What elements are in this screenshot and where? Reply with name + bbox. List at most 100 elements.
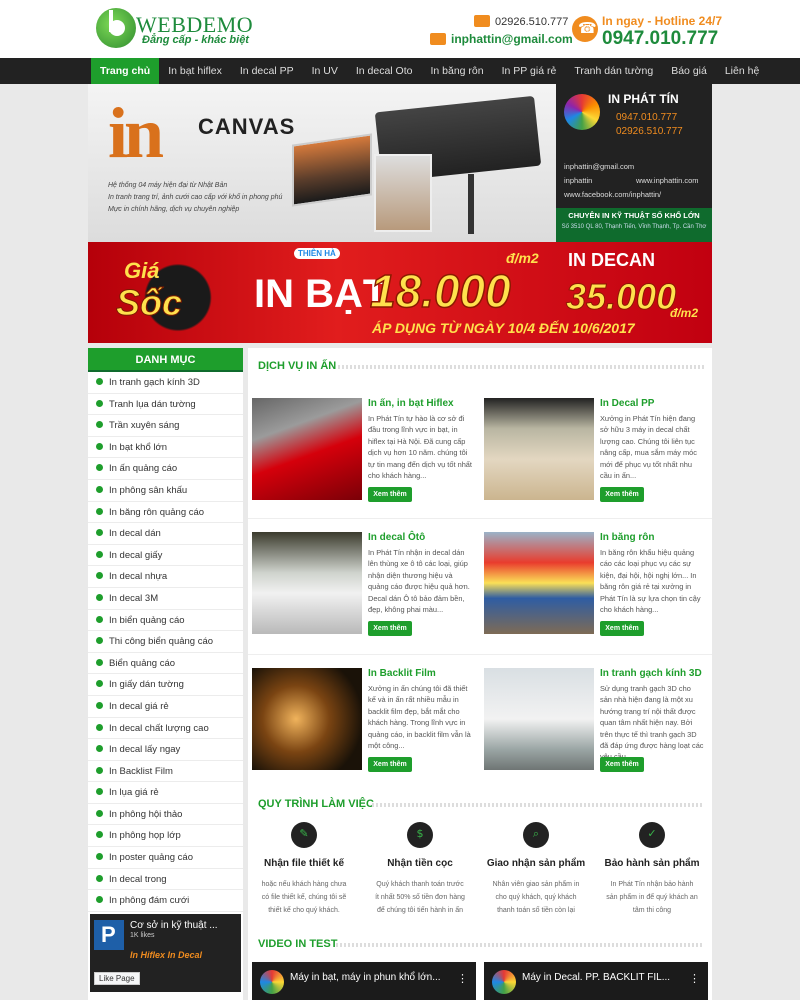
mail-icon	[430, 33, 446, 45]
promo-unit-decan: đ/m2	[670, 306, 699, 320]
service-thumbnail[interactable]	[484, 668, 594, 770]
sidebar-item[interactable]: In ấn quảng cáo	[88, 458, 243, 480]
sidebar-list: In tranh gạch kính 3D Tranh lụa dán tường…	[88, 372, 243, 912]
nav-item-decal-pp[interactable]: In decal PP	[231, 58, 303, 84]
service-title[interactable]: In ấn, in bạt Hiflex	[368, 398, 454, 409]
sidebar-item[interactable]: In phông sân khấu	[88, 480, 243, 502]
sidebar-item[interactable]: In decal chất lượng cao	[88, 718, 243, 740]
service-card[interactable]: In Decal PP Xưởng in Phát Tín hiện đang …	[480, 394, 704, 506]
sidebar-item[interactable]: Tranh lụa dán tường	[88, 394, 243, 416]
fb-page-name[interactable]: Cơ sở in kỹ thuật ...	[130, 920, 218, 931]
process-step: $ Nhận tiền cọc Quý khách thanh toán trư…	[364, 822, 476, 917]
nav-item-uv[interactable]: In UV	[303, 58, 347, 84]
sidebar-item[interactable]: Thi công biển quảng cáo	[88, 631, 243, 653]
sidebar-item[interactable]: In decal lấy ngay	[88, 739, 243, 761]
promo-apply-dates: ÁP DỤNG TỪ NGÀY 10/4 ĐẾN 10/6/2017	[372, 320, 635, 336]
site-logo[interactable]: WEBDEMO Đẳng cấp - khác biệt	[96, 8, 266, 50]
sidebar-item[interactable]: In tranh gạch kính 3D	[88, 372, 243, 394]
fb-like-button[interactable]: Like Page	[94, 972, 140, 985]
facebook-page-widget[interactable]: Cơ sở in kỹ thuật ... 1K likes In Hiflex…	[90, 914, 241, 992]
process-step-title: Nhận tiền cọc	[387, 858, 453, 869]
service-description: In băng rôn khẩu hiệu quảng cáo các loại…	[600, 548, 701, 615]
fb-page-likes: 1K likes	[130, 932, 155, 939]
sidebar-item[interactable]: In decal dán	[88, 523, 243, 545]
sidebar-item[interactable]: In decal giấy	[88, 545, 243, 567]
nav-item-tranh-dan-tuong[interactable]: Tranh dán tường	[565, 58, 662, 84]
read-more-button[interactable]: Xem thêm	[368, 487, 412, 502]
nav-item-decal-oto[interactable]: In decal Oto	[347, 58, 422, 84]
process-step-desc: Nhân viên giao sản phẩm in cho quý khách…	[492, 881, 580, 914]
service-title[interactable]: In decal Ôtô	[368, 532, 425, 543]
video-embed[interactable]: Máy in Decal. PP. BACKLIT FIL... ⋮	[484, 962, 708, 1000]
video-title[interactable]: Máy in bạt, máy in phun khổ lớn...	[290, 972, 441, 983]
hero-desc-line: Mực in chính hãng, dịch vụ chuyên nghiệp	[108, 206, 240, 213]
process-step-title: Bảo hành sản phẩm	[604, 858, 700, 869]
money-icon: $	[407, 822, 433, 848]
sidebar-item[interactable]: In phông hội thảo	[88, 804, 243, 826]
sidebar-item[interactable]: Biển quảng cáo	[88, 653, 243, 675]
more-options-icon[interactable]: ⋮	[689, 972, 700, 985]
read-more-button[interactable]: Xem thêm	[600, 621, 644, 636]
nav-item-pp-gia-re[interactable]: In PP giá rẻ	[493, 58, 566, 84]
header-phone[interactable]: 02926.510.777	[474, 15, 568, 28]
read-more-button[interactable]: Xem thêm	[600, 757, 644, 772]
service-title[interactable]: In Backlit Film	[368, 668, 436, 679]
sidebar-item[interactable]: Trần xuyên sáng	[88, 415, 243, 437]
promo-price-decan: 35.000	[565, 276, 677, 318]
process-step: ✓ Bảo hành sản phẩm In Phát Tín nhận bảo…	[596, 822, 708, 917]
read-more-button[interactable]: Xem thêm	[600, 487, 644, 502]
more-options-icon[interactable]: ⋮	[457, 972, 468, 985]
service-thumbnail[interactable]	[484, 532, 594, 634]
service-thumbnail[interactable]	[252, 398, 362, 500]
sidebar-item[interactable]: In decal nhựa	[88, 566, 243, 588]
sidebar-item[interactable]: In bạt khổ lớn	[88, 437, 243, 459]
service-title[interactable]: In băng rôn	[600, 532, 654, 543]
video-embed[interactable]: Máy in bạt, máy in phun khổ lớn... ⋮	[252, 962, 476, 1000]
promo-banner[interactable]: Giá Sốc THIÊN HÀ IN BẠT 18.000 đ/m2 IN D…	[88, 242, 712, 343]
canvas-photo-lighthouse	[292, 133, 372, 207]
service-thumbnail[interactable]	[252, 668, 362, 770]
service-card[interactable]: In decal Ôtô In Phát Tín nhận in decal d…	[248, 528, 472, 640]
service-card[interactable]: In Backlit Film Xưởng in ấn chúng tôi đã…	[248, 664, 472, 776]
brand-flower-icon	[564, 94, 600, 130]
read-more-button[interactable]: Xem thêm	[368, 757, 412, 772]
sidebar-item[interactable]: In Backlist Film	[88, 761, 243, 783]
printer-stand-image	[468, 174, 474, 234]
header-email-text: inphattin@gmail.com	[451, 32, 573, 46]
service-title[interactable]: In tranh gạch kính 3D	[600, 668, 702, 679]
read-more-button[interactable]: Xem thêm	[368, 621, 412, 636]
sidebar-title: DANH MỤC	[88, 348, 243, 372]
nav-item-bao-gia[interactable]: Báo giá	[662, 58, 716, 84]
service-thumbnail[interactable]	[252, 532, 362, 634]
service-description: Xưởng in ấn chúng tôi đã thiết kế và in …	[368, 684, 471, 751]
sidebar-item[interactable]: In giấy dán tường	[88, 674, 243, 696]
nav-item-home[interactable]: Trang chủ	[91, 58, 160, 84]
hero-banner[interactable]: in CANVAS Hệ thống 04 máy hiện đại từ Nh…	[88, 84, 712, 242]
video-title[interactable]: Máy in Decal. PP. BACKLIT FIL...	[522, 972, 670, 983]
header-email[interactable]: inphattin@gmail.com	[430, 32, 573, 46]
service-card[interactable]: In băng rôn In băng rôn khẩu hiệu quảng …	[480, 528, 704, 640]
service-title[interactable]: In Decal PP	[600, 398, 654, 409]
promo-soc: Sốc	[115, 282, 183, 324]
nav-item-bang-ron[interactable]: In băng rôn	[421, 58, 492, 84]
sidebar-item[interactable]: In poster quảng cáo	[88, 847, 243, 869]
promo-unit-bat: đ/m2	[506, 250, 539, 266]
sidebar-item[interactable]: In lụa giá rẻ	[88, 782, 243, 804]
process-step-desc: hoặc nếu khách hàng chưa có file thiết k…	[261, 881, 347, 914]
sidebar-item[interactable]: In biển quảng cáo	[88, 610, 243, 632]
service-thumbnail[interactable]	[484, 398, 594, 500]
sidebar-item[interactable]: In decal giá rẻ	[88, 696, 243, 718]
service-card[interactable]: In ấn, in bạt Hiflex In Phát Tín tự hào …	[248, 394, 472, 506]
service-card[interactable]: In tranh gạch kính 3D Sử dụng tranh gạch…	[480, 664, 704, 776]
sidebar-item[interactable]: In phông đám cưới	[88, 890, 243, 912]
promo-price-bat: 18.000	[369, 264, 511, 318]
sidebar-item[interactable]: In phông họp lớp	[88, 825, 243, 848]
nav-item-hiflex[interactable]: In bạt hiflex	[159, 58, 231, 84]
logo-slogan: Đẳng cấp - khác biệt	[142, 34, 249, 46]
sidebar-item[interactable]: In decal trong	[88, 869, 243, 891]
hotline-number[interactable]: 0947.010.777	[602, 28, 718, 50]
logo-mark-icon	[96, 8, 136, 48]
sidebar-item[interactable]: In băng rôn quảng cáo	[88, 502, 243, 524]
sidebar-item[interactable]: In decal 3M	[88, 588, 243, 610]
nav-item-lien-he[interactable]: Liên hệ	[716, 58, 768, 84]
